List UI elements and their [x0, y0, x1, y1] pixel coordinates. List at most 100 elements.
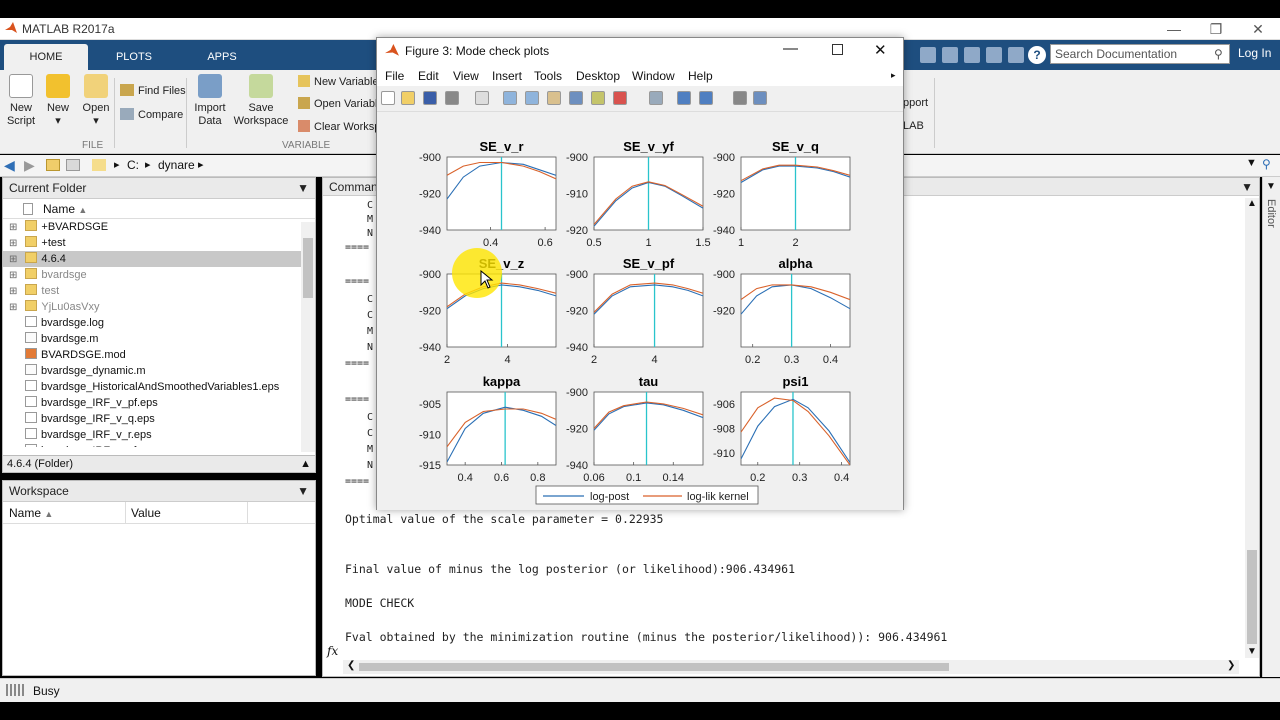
file-list-item[interactable]: ⊞ test: [3, 283, 315, 299]
figure-menu-window[interactable]: Window: [632, 69, 675, 83]
panel-menu-icon[interactable]: ▼: [1266, 181, 1276, 192]
new-script-button[interactable]: New Script: [4, 74, 38, 128]
restore-icon[interactable]: ❐: [1194, 18, 1238, 40]
expand-icon[interactable]: ⊞: [9, 270, 17, 281]
vscroll-thumb[interactable]: [1247, 550, 1257, 644]
new-button[interactable]: New ▾: [44, 74, 72, 128]
figure-maximize-icon[interactable]: [832, 44, 843, 55]
save-icon[interactable]: [423, 91, 437, 105]
expand-icon[interactable]: ⊞: [9, 302, 17, 313]
pan-icon[interactable]: [547, 91, 561, 105]
close-icon[interactable]: ✕: [1236, 18, 1280, 40]
hide-tools-icon[interactable]: [733, 91, 747, 105]
workspace-value-column[interactable]: Value: [131, 506, 161, 520]
minimize-icon[interactable]: —: [1152, 18, 1196, 40]
forward-arrow-icon[interactable]: ▶: [24, 157, 35, 174]
horizontal-scrollbar[interactable]: ❮ ❯: [343, 660, 1239, 674]
data-cursor-icon[interactable]: [591, 91, 605, 105]
save-workspace-button[interactable]: Save Workspace: [232, 74, 290, 128]
file-list-item[interactable]: bvardsge_IRF_v_q.eps: [3, 411, 315, 427]
expand-icon[interactable]: ⊞: [9, 254, 17, 265]
figure-menu-view[interactable]: View: [453, 69, 479, 83]
panel-menu-icon[interactable]: ▼: [297, 181, 309, 195]
new-figure-icon[interactable]: [381, 91, 395, 105]
tab-plots[interactable]: PLOTS: [92, 44, 176, 70]
workspace-name-column[interactable]: Name ▲: [9, 506, 53, 520]
file-list-item[interactable]: bvardsge_IRF_v_yf.eps: [3, 443, 315, 447]
figure-menu-insert[interactable]: Insert: [492, 69, 522, 83]
menu-overflow-icon[interactable]: ▸: [891, 70, 896, 81]
search-icon[interactable]: ⚲: [1214, 47, 1223, 61]
hscroll-thumb[interactable]: [359, 663, 949, 671]
address-dropdown-icon[interactable]: ▼: [1246, 157, 1257, 169]
figure-menu-edit[interactable]: Edit: [418, 69, 439, 83]
undo-icon[interactable]: [986, 47, 1002, 63]
zoom-out-icon[interactable]: [525, 91, 539, 105]
vertical-scrollbar[interactable]: ▲ ▼: [1245, 198, 1259, 658]
expand-icon[interactable]: ⊞: [9, 222, 17, 233]
help-icon[interactable]: ?: [1028, 46, 1046, 64]
address-search-icon[interactable]: ⚲: [1262, 157, 1271, 171]
open-button[interactable]: Open ▾: [80, 74, 112, 128]
support-button-partial[interactable]: pport: [903, 97, 928, 109]
file-list-item[interactable]: bvardsge_dynamic.m: [3, 363, 315, 379]
file-list-item[interactable]: bvardsge.m: [3, 331, 315, 347]
file-list-item[interactable]: BVARDSGE.mod: [3, 347, 315, 363]
file-list-item[interactable]: ⊞ bvardsge: [3, 267, 315, 283]
edit-plot-icon[interactable]: [475, 91, 489, 105]
link-icon[interactable]: [649, 91, 663, 105]
search-documentation-input[interactable]: Search Documentation: [1050, 44, 1230, 64]
file-list-item[interactable]: bvardsge_IRF_v_r.eps: [3, 427, 315, 443]
file-list-item[interactable]: bvardsge_HistoricalAndSmoothedVariables1…: [3, 379, 315, 395]
breadcrumb-folder[interactable]: dynare: [158, 158, 195, 172]
brush-icon[interactable]: [613, 91, 627, 105]
panel-menu-icon[interactable]: ▼: [1241, 180, 1253, 194]
file-list-item[interactable]: ⊞ +test: [3, 235, 315, 251]
open-file-icon[interactable]: [401, 91, 415, 105]
import-data-button[interactable]: Import Data: [192, 74, 228, 128]
panel-menu-icon[interactable]: ▼: [297, 484, 309, 498]
fx-prompt-icon[interactable]: fx: [327, 644, 338, 658]
tab-apps[interactable]: APPS: [180, 44, 264, 70]
scroll-up-icon[interactable]: ▲: [1247, 198, 1257, 209]
up-folder-icon[interactable]: [46, 159, 60, 171]
file-list-scrollbar[interactable]: [301, 222, 315, 452]
scroll-left-icon[interactable]: ❮: [347, 660, 355, 671]
zoom-in-icon[interactable]: [503, 91, 517, 105]
find-files-button[interactable]: Find Files: [120, 84, 186, 97]
cut-icon[interactable]: [964, 47, 980, 63]
show-tools-icon[interactable]: [753, 91, 767, 105]
open-variable-button[interactable]: Open Variable: [298, 97, 384, 110]
quick-access-icon[interactable]: [920, 47, 936, 63]
rotate-icon[interactable]: [569, 91, 583, 105]
file-list-item[interactable]: ⊞ +BVARDSGE: [3, 219, 315, 235]
editor-tab-label[interactable]: Editor: [1265, 199, 1277, 228]
new-variable-button[interactable]: New Variable: [298, 75, 379, 88]
print-icon[interactable]: [445, 91, 459, 105]
legend-icon[interactable]: [699, 91, 713, 105]
tab-home[interactable]: HOME: [4, 44, 88, 70]
scroll-right-icon[interactable]: ❯: [1227, 660, 1235, 671]
breadcrumb-drive[interactable]: C:: [127, 158, 139, 172]
login-link[interactable]: Log In: [1238, 46, 1271, 60]
file-list-item[interactable]: bvardsge_IRF_v_pf.eps: [3, 395, 315, 411]
figure-menu-desktop[interactable]: Desktop: [576, 69, 620, 83]
expand-icon[interactable]: ⊞: [9, 238, 17, 249]
figure-menu-tools[interactable]: Tools: [534, 69, 562, 83]
name-column-header[interactable]: Name ▲: [3, 199, 315, 219]
figure-menu-file[interactable]: File: [385, 69, 404, 83]
file-list-item[interactable]: bvardsge.log: [3, 315, 315, 331]
editor-side-tab[interactable]: ▼ Editor: [1262, 177, 1280, 677]
scroll-down-icon[interactable]: ▼: [1247, 646, 1257, 657]
save-icon[interactable]: [942, 47, 958, 63]
file-list-item[interactable]: ⊞ 4.6.4: [3, 251, 315, 267]
browse-folder-icon[interactable]: [66, 159, 80, 171]
figure-minimize-icon[interactable]: —: [783, 40, 798, 57]
figure-menu-help[interactable]: Help: [688, 69, 713, 83]
collapse-details-icon[interactable]: ▲: [300, 458, 311, 470]
compare-button[interactable]: Compare: [120, 108, 183, 121]
figure-close-icon[interactable]: ✕: [874, 41, 887, 59]
expand-icon[interactable]: ⊞: [9, 286, 17, 297]
switch-windows-icon[interactable]: [1008, 47, 1024, 63]
colorbar-icon[interactable]: [677, 91, 691, 105]
